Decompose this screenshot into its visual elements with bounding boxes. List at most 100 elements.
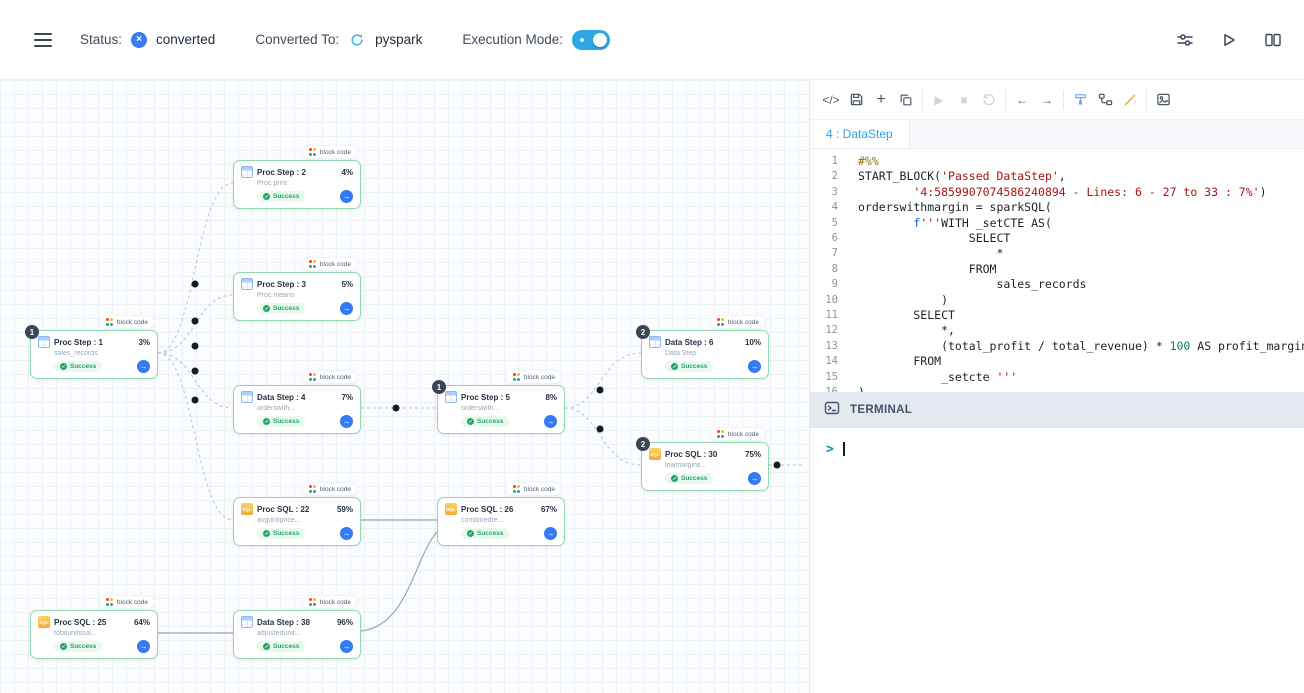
filter-sliders-icon[interactable] (1176, 30, 1194, 50)
main-content: block code1Proc Step : 13%sales_records✓… (0, 80, 1304, 693)
node-title: Proc SQL : 25 (54, 618, 130, 627)
line-number: 4 (810, 200, 838, 215)
node-number-badge: 2 (636, 437, 650, 451)
editor-toolbar: </> + ▶ ■ ← → (810, 80, 1304, 120)
block-code-badge[interactable]: block code (303, 146, 357, 158)
open-node-button[interactable]: → (340, 302, 353, 315)
execution-mode-toggle[interactable] (572, 30, 610, 50)
converted-to-group: Converted To: pyspark (255, 30, 422, 50)
open-node-button[interactable]: → (340, 415, 353, 428)
terminal[interactable]: > (810, 428, 1304, 693)
open-node-button[interactable]: → (137, 360, 150, 373)
node-subtitle: Proc print (257, 180, 353, 187)
table-icon (649, 336, 661, 348)
block-code-badge[interactable]: block code (100, 596, 154, 608)
line-number: 12 (810, 323, 838, 338)
open-node-button[interactable]: → (544, 527, 557, 540)
open-node-button[interactable]: → (340, 190, 353, 203)
line-number: 15 (810, 370, 838, 385)
graph-node-6[interactable]: block code2Data Step : 610%Data Step✓Suc… (641, 330, 769, 379)
line-number: 5 (810, 216, 838, 231)
check-icon: ✓ (467, 530, 474, 537)
graph-node-5[interactable]: block code1Proc Step : 58%orderswith...✓… (437, 385, 565, 434)
open-node-button[interactable]: → (340, 527, 353, 540)
tab-datastep[interactable]: 4 : DataStep (810, 120, 910, 148)
terminal-cursor (843, 442, 845, 456)
graph-node-2[interactable]: block codeProc Step : 24%Proc print✓Succ… (233, 160, 361, 209)
open-node-button[interactable]: → (748, 472, 761, 485)
code-line: 7 * (810, 246, 1304, 261)
block-code-badge[interactable]: block code (507, 483, 561, 495)
graph-node-4[interactable]: block codeData Step : 47%orderswith...✓S… (233, 385, 361, 434)
code-icon[interactable]: </> (822, 90, 840, 110)
pipeline-graph-canvas[interactable]: block code1Proc Step : 13%sales_records✓… (0, 80, 810, 693)
check-icon: ✓ (263, 418, 270, 425)
reset-icon[interactable] (980, 90, 998, 110)
block-code-icon (309, 148, 317, 156)
code-line: 5 f'''WITH _setCTE AS( (810, 216, 1304, 231)
code-line: 1#%% (810, 154, 1304, 169)
run-pipeline-icon[interactable] (1220, 30, 1238, 50)
arrow-left-icon[interactable]: ← (1013, 90, 1031, 110)
run-icon[interactable]: ▶ (930, 90, 948, 110)
open-node-button[interactable]: → (544, 415, 557, 428)
code-line: 14 FROM (810, 354, 1304, 369)
block-code-icon (717, 318, 725, 326)
status-group: Status: × converted (80, 32, 215, 48)
block-code-label: block code (728, 319, 759, 326)
line-number: 10 (810, 293, 838, 308)
block-code-badge[interactable]: block code (303, 371, 357, 383)
block-code-icon (309, 260, 317, 268)
block-code-badge[interactable]: block code (303, 483, 357, 495)
save-icon[interactable] (847, 90, 865, 110)
check-icon: ✓ (263, 193, 270, 200)
graph-node-30[interactable]: block code2SQLProc SQL : 3075%lowmargins… (641, 442, 769, 491)
copy-icon[interactable] (897, 90, 915, 110)
block-code-badge[interactable]: block code (100, 316, 154, 328)
node-subtitle: combinedre... (461, 517, 557, 524)
line-number: 9 (810, 277, 838, 292)
graph-node-26[interactable]: block codeSQLProc SQL : 2667%combinedre.… (437, 497, 565, 546)
menu-icon[interactable] (34, 33, 52, 47)
graph-node-25[interactable]: block codeSQLProc SQL : 2564%totalunitss… (30, 610, 158, 659)
add-icon[interactable]: + (872, 90, 890, 110)
code-editor[interactable]: 1#%%2START_BLOCK('Passed DataStep',3 '4:… (810, 149, 1304, 392)
graph-node-22[interactable]: block codeSQLProc SQL : 2259%avgunitpric… (233, 497, 361, 546)
success-badge: ✓Success (665, 361, 713, 372)
dataflow-icon[interactable] (1096, 90, 1114, 110)
check-icon: ✓ (467, 418, 474, 425)
block-code-badge[interactable]: block code (303, 596, 357, 608)
format-icon[interactable] (1071, 90, 1089, 110)
terminal-header[interactable]: TERMINAL (810, 392, 1304, 428)
code-line: 9 sales_records (810, 277, 1304, 292)
block-code-badge[interactable]: block code (303, 258, 357, 270)
arrow-right-icon[interactable]: → (1038, 90, 1056, 110)
stop-icon[interactable]: ■ (955, 90, 973, 110)
code-line: 13 (total_profit / total_revenue) * 100 … (810, 339, 1304, 354)
graph-node-3[interactable]: block codeProc Step : 35%Proc means✓Succ… (233, 272, 361, 321)
split-view-icon[interactable] (1264, 30, 1282, 50)
app-root: Status: × converted Converted To: pyspar… (0, 0, 1304, 693)
node-title: Proc Step : 3 (257, 280, 337, 289)
block-code-label: block code (320, 599, 351, 606)
magic-wand-icon[interactable] (1121, 90, 1139, 110)
block-code-label: block code (320, 149, 351, 156)
node-subtitle: orderswith... (257, 405, 353, 412)
line-number: 6 (810, 231, 838, 246)
graph-node-1[interactable]: block code1Proc Step : 13%sales_records✓… (30, 330, 158, 379)
image-icon[interactable] (1154, 90, 1172, 110)
block-code-badge[interactable]: block code (711, 428, 765, 440)
node-progress: 75% (745, 450, 761, 459)
block-code-badge[interactable]: block code (507, 371, 561, 383)
graph-node-38[interactable]: block codeData Step : 3896%adjustedunit.… (233, 610, 361, 659)
node-title: Proc SQL : 26 (461, 505, 537, 514)
node-progress: 64% (134, 618, 150, 627)
open-node-button[interactable]: → (748, 360, 761, 373)
converted-to-label: Converted To: (255, 32, 339, 47)
block-code-badge[interactable]: block code (711, 316, 765, 328)
open-node-button[interactable]: → (340, 640, 353, 653)
topbar: Status: × converted Converted To: pyspar… (0, 0, 1304, 80)
open-node-button[interactable]: → (137, 640, 150, 653)
toolbar-divider (1146, 90, 1147, 110)
line-number: 14 (810, 354, 838, 369)
